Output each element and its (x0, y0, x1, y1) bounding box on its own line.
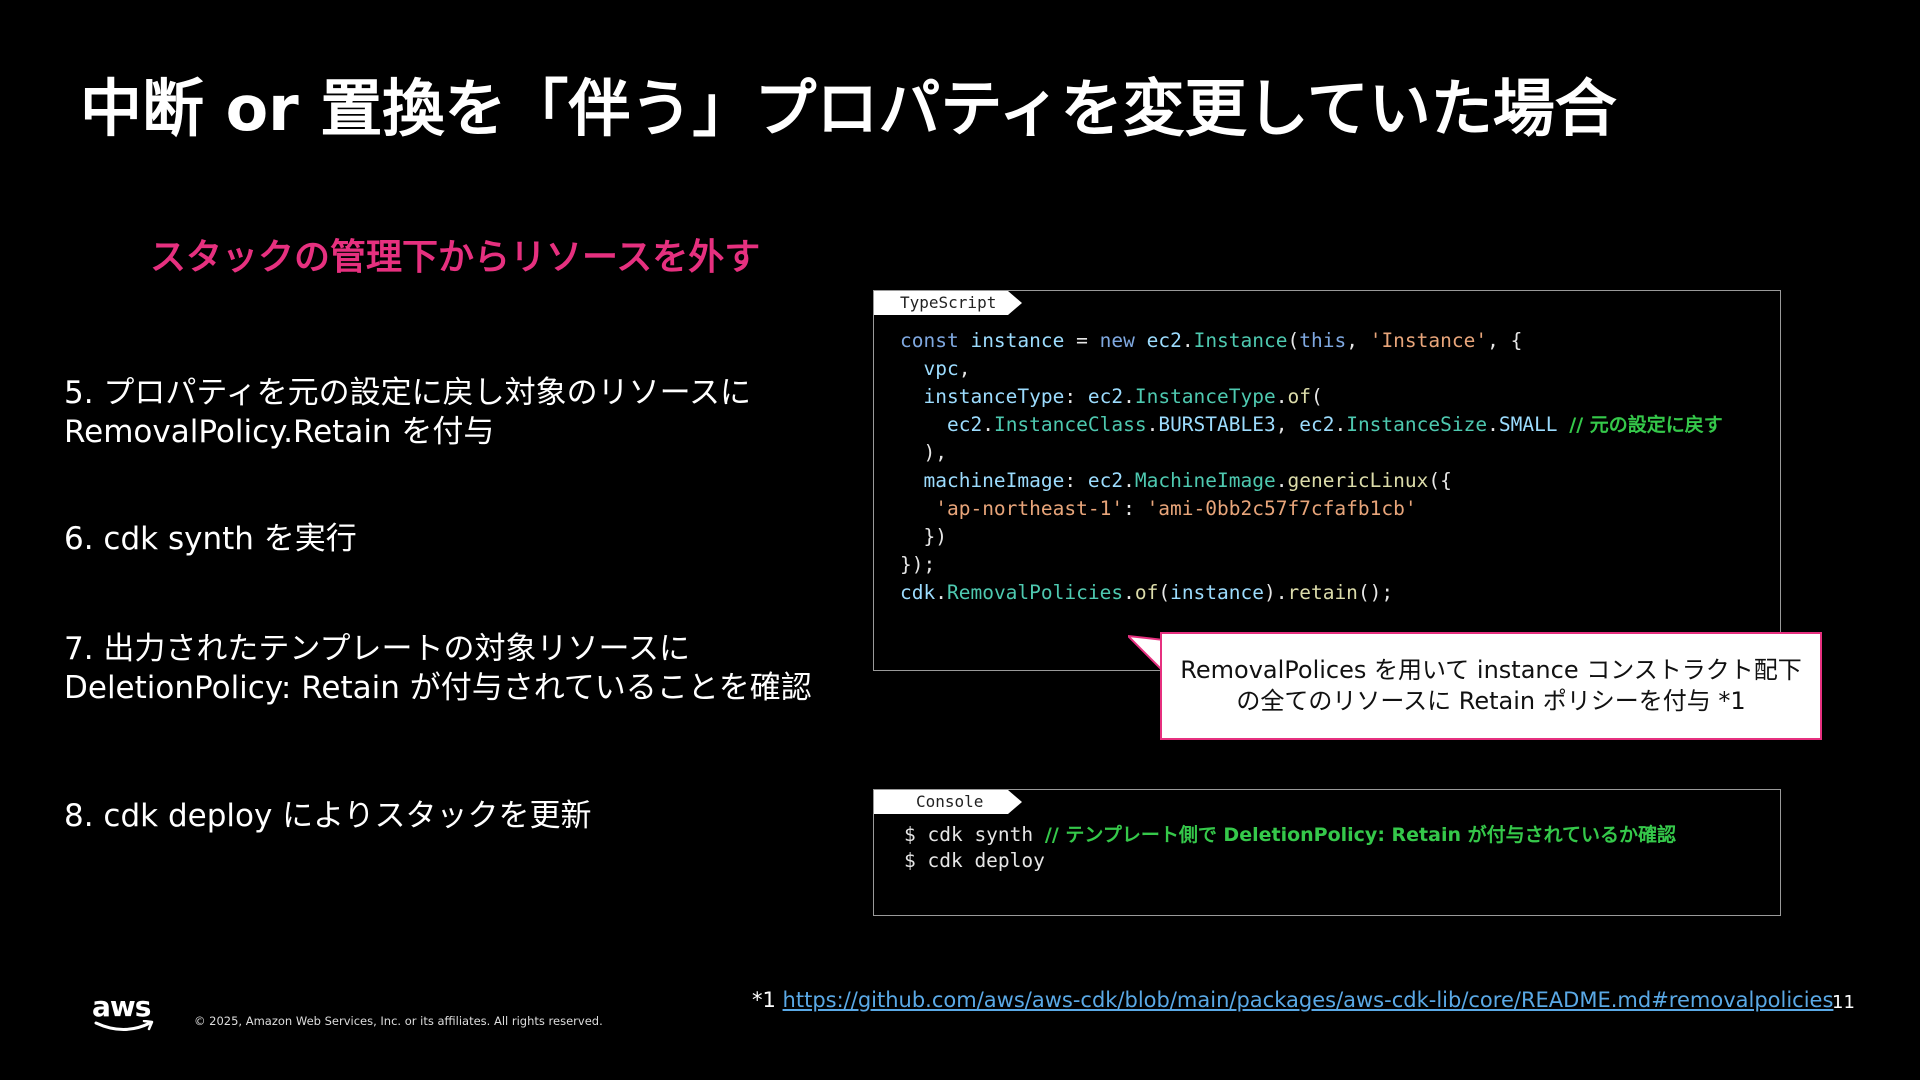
console-code-block[interactable]: Console $ cdk synth // テンプレート側で Deletion… (873, 789, 1781, 916)
copyright-notice: © 2025, Amazon Web Services, Inc. or its… (194, 1014, 603, 1028)
console-cmd-deploy: $ cdk deploy (904, 849, 1045, 872)
typescript-code[interactable]: const instance = new ec2.Instance(this, … (900, 327, 1723, 607)
page-number: 11 (1832, 992, 1855, 1013)
step-6-line1: 6. cdk synth を実行 (64, 521, 357, 557)
step-7-line2: DeletionPolicy: Retain が付与されていることを確認 (64, 670, 812, 706)
callout-removal-policies: RemovalPolices を用いて instance コンストラクト配下 の… (1160, 632, 1822, 740)
typescript-tab: TypeScript (874, 291, 1022, 315)
typescript-code-block[interactable]: TypeScript const instance = new ec2.Inst… (873, 290, 1781, 671)
section-subtitle: スタックの管理下からリソースを外す (150, 237, 761, 278)
step-6: 6. cdk synth を実行 (64, 520, 357, 559)
step-8-line1: 8. cdk deploy によりスタックを更新 (64, 798, 592, 834)
console-comment: // テンプレート側で DeletionPolicy: Retain が付与され… (1044, 824, 1677, 846)
code-comment-restore: // 元の設定に戻す (1569, 414, 1723, 436)
console-tab: Console (874, 790, 1022, 814)
footnote-link[interactable]: https://github.com/aws/aws-cdk/blob/main… (783, 988, 1834, 1012)
callout-line1: RemovalPolices を用いて instance コンストラクト配下 (1180, 656, 1802, 684)
callout-line2: の全てのリソースに Retain ポリシーを付与 *1 (1236, 687, 1746, 715)
footnote-marker: *1 (752, 988, 783, 1012)
step-8: 8. cdk deploy によりスタックを更新 (64, 797, 592, 836)
step-7-line1: 7. 出力されたテンプレートの対象リソースに (64, 631, 690, 667)
slide-title: 中断 or 置換を「伴う」プロパティを変更していた場合 (80, 72, 1617, 145)
step-7: 7. 出力されたテンプレートの対象リソースに DeletionPolicy: R… (64, 630, 812, 708)
aws-logo: aws (92, 990, 156, 1034)
footnote: *1 https://github.com/aws/aws-cdk/blob/m… (752, 988, 1833, 1012)
console-commands[interactable]: $ cdk synth // テンプレート側で DeletionPolicy: … (904, 822, 1676, 874)
step-5: 5. プロパティを元の設定に戻し対象のリソースに RemovalPolicy.R… (64, 374, 751, 452)
aws-logo-text: aws (92, 990, 151, 1023)
step-5-line1: 5. プロパティを元の設定に戻し対象のリソースに (64, 375, 752, 411)
console-cmd-synth: $ cdk synth (904, 823, 1045, 846)
aws-smile-icon (94, 1020, 154, 1031)
step-5-line2: RemovalPolicy.Retain を付与 (64, 414, 495, 450)
